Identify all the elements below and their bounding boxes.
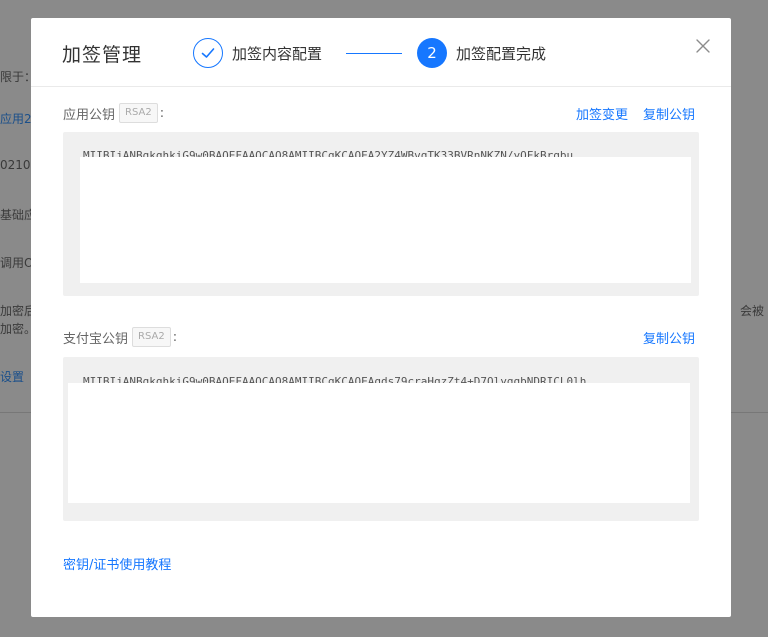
app-public-key-title: 应用公钥 bbox=[63, 107, 116, 123]
label-colon: : bbox=[159, 105, 165, 121]
rsa2-badge: RSA2 bbox=[132, 327, 171, 347]
check-icon bbox=[193, 38, 223, 68]
alipay-public-key-box: MIIBIjANBgkqhkiG9w0BAQEFAAOCAQ8AMIIBCgKC… bbox=[63, 357, 699, 521]
key-certificate-tutorial-link[interactable]: 密钥/证书使用教程 bbox=[63, 554, 171, 573]
app-public-key-box: MIIBIjANBgkqhkiG9w0BAQEFAAOCAQ8AMIIBCgKC… bbox=[63, 132, 699, 296]
change-signing-link[interactable]: 加签变更 bbox=[576, 104, 628, 123]
modal-header: 加签管理 加签内容配置 2 加签配置完成 bbox=[31, 18, 731, 87]
app-public-key-label: 应用公钥 RSA2 : bbox=[63, 103, 164, 123]
bg-text-9: 会被 bbox=[740, 304, 765, 318]
step-content-config: 加签内容配置 bbox=[193, 38, 322, 68]
step-2-number: 2 bbox=[417, 38, 447, 68]
step-config-complete: 2 加签配置完成 bbox=[417, 38, 546, 68]
label-colon: : bbox=[172, 329, 178, 345]
step-1-label: 加签内容配置 bbox=[232, 44, 323, 63]
alipay-public-key-title: 支付宝公钥 bbox=[63, 331, 129, 347]
copy-app-public-key-link[interactable]: 复制公钥 bbox=[643, 104, 695, 123]
redaction-block bbox=[68, 383, 690, 503]
bg-text-8: 设置 bbox=[0, 370, 25, 384]
step-2-label: 加签配置完成 bbox=[456, 44, 547, 63]
copy-alipay-public-key-link[interactable]: 复制公钥 bbox=[643, 328, 695, 347]
alipay-public-key-label: 支付宝公钥 RSA2 : bbox=[63, 327, 177, 347]
close-icon[interactable] bbox=[693, 36, 713, 56]
rsa2-badge: RSA2 bbox=[119, 103, 158, 123]
modal-title: 加签管理 bbox=[62, 44, 143, 66]
signing-management-modal: 加签管理 加签内容配置 2 加签配置完成 应用公钥 RSA2 : 加签变更 复制… bbox=[31, 18, 731, 617]
redaction-block bbox=[80, 157, 691, 283]
step-connector bbox=[346, 53, 402, 54]
